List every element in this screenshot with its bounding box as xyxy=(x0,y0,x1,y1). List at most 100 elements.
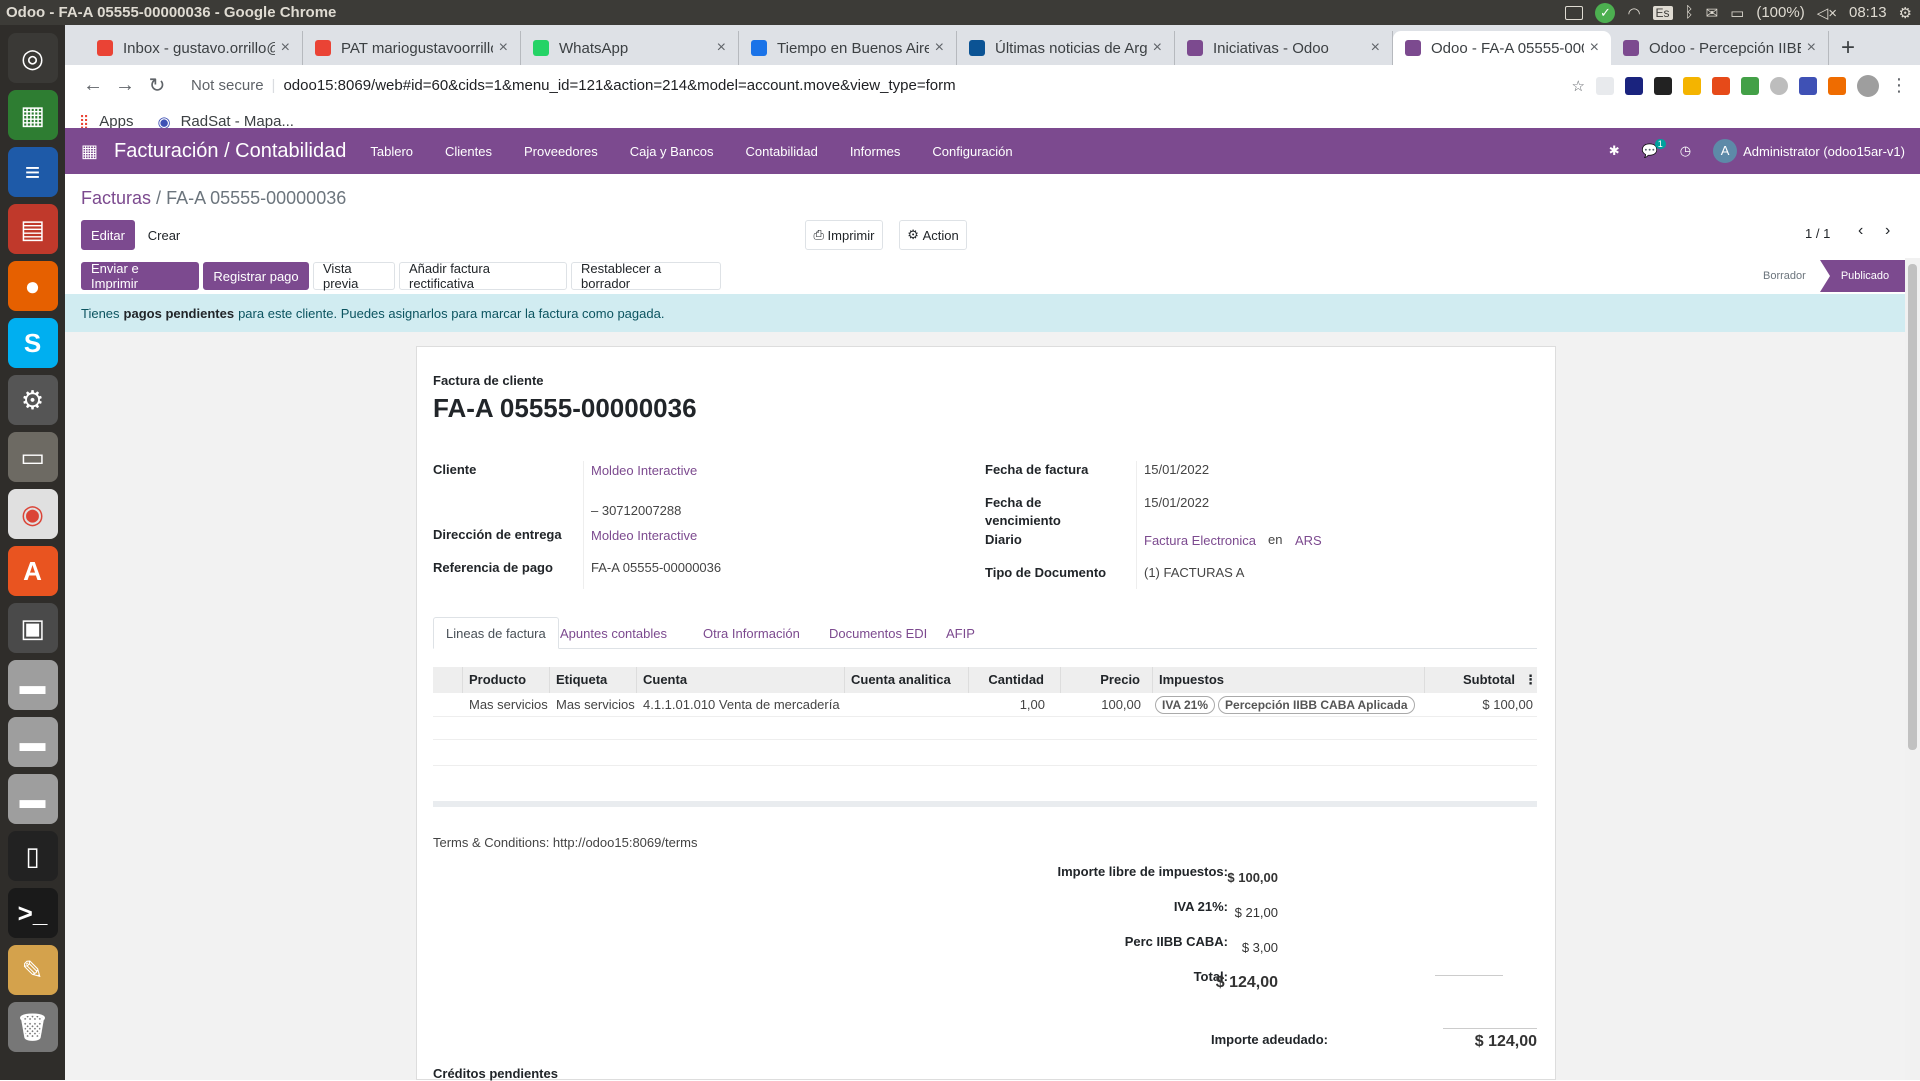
col-impuestos[interactable]: Impuestos xyxy=(1153,667,1425,693)
currency-link[interactable]: ARS xyxy=(1295,533,1322,548)
tab-invoice-lines[interactable]: Lineas de factura xyxy=(433,617,559,649)
tab-other-info[interactable]: Otra Información xyxy=(691,617,812,649)
col-producto[interactable]: Producto xyxy=(463,667,550,693)
impress-icon[interactable]: ▤ xyxy=(7,204,58,254)
menu-proveedores[interactable]: Proveedores xyxy=(524,144,598,159)
extension-icon[interactable] xyxy=(1596,76,1614,95)
display-icon[interactable] xyxy=(1565,5,1584,20)
chrome-menu-icon[interactable]: ⋮ xyxy=(1890,75,1908,96)
browser-tab[interactable]: Odoo - Percepción IIBB × xyxy=(1611,31,1829,65)
extension-icon[interactable] xyxy=(1625,76,1643,95)
close-tab-icon[interactable]: × xyxy=(1153,39,1162,57)
breadcrumb-facturas[interactable]: Facturas xyxy=(81,188,151,208)
bookmark-star-icon[interactable]: ☆ xyxy=(1572,77,1585,95)
close-tab-icon[interactable]: × xyxy=(499,39,508,57)
line-product[interactable]: Mas servicios xyxy=(469,693,548,717)
spreadsheet-icon[interactable]: ▦ xyxy=(7,90,58,140)
browser-tab[interactable]: Últimas noticias de Argentina × xyxy=(957,31,1175,65)
battery-status[interactable]: (100%) xyxy=(1756,4,1804,21)
writer-icon[interactable]: ≡ xyxy=(7,147,58,197)
settings-gear-icon[interactable]: ⚙ xyxy=(1899,4,1912,22)
create-button[interactable]: Crear xyxy=(140,220,188,250)
page-scrollbar[interactable] xyxy=(1905,258,1920,1080)
profile-avatar[interactable] xyxy=(1857,74,1879,97)
edit-button[interactable]: Editar xyxy=(81,220,135,250)
print-button[interactable]: ⎙ Imprimir xyxy=(805,220,883,250)
menu-contabilidad[interactable]: Contabilidad xyxy=(746,144,818,159)
extension-icon[interactable] xyxy=(1712,76,1730,95)
apps-menu-icon[interactable]: ▦ xyxy=(81,141,98,162)
tab-edi-documents[interactable]: Documentos EDI xyxy=(817,617,939,649)
dash-icon[interactable]: ◎ xyxy=(7,33,58,83)
col-subtotal[interactable]: Subtotal xyxy=(1425,667,1537,693)
col-cuenta-analitica[interactable]: Cuenta analitica xyxy=(845,667,969,693)
extension-icon[interactable] xyxy=(1654,76,1672,95)
wifi-icon[interactable]: ◠ xyxy=(1627,4,1640,22)
menu-caja-bancos[interactable]: Caja y Bancos xyxy=(630,144,714,159)
delivery-link[interactable]: Moldeo Interactive xyxy=(591,528,697,543)
bluetooth-icon[interactable]: ᛒ xyxy=(1685,4,1694,21)
close-tab-icon[interactable]: × xyxy=(281,39,290,57)
preview-button[interactable]: Vista previa xyxy=(313,261,395,291)
menu-clientes[interactable]: Clientes xyxy=(445,144,492,159)
text-editor-icon[interactable]: ✎ xyxy=(7,945,58,995)
register-payment-button[interactable]: Registrar pago xyxy=(203,262,309,290)
browser-tab[interactable]: PAT mariogustavoorrillo × xyxy=(303,31,521,65)
action-button[interactable]: ⚙ Action xyxy=(899,220,967,250)
mail-icon[interactable]: ✉ xyxy=(1706,4,1719,22)
col-etiqueta[interactable]: Etiqueta xyxy=(550,667,637,693)
tax-badge[interactable]: IVA 21% xyxy=(1155,696,1216,714)
line-price[interactable]: 100,00 xyxy=(1061,693,1141,717)
back-icon[interactable]: ← xyxy=(77,74,109,97)
volume-icon[interactable]: ◁× xyxy=(1817,4,1837,22)
extension-icon[interactable] xyxy=(1799,76,1817,95)
browser-tab[interactable]: Iniciativas - Odoo × xyxy=(1175,31,1393,65)
col-cantidad[interactable]: Cantidad xyxy=(969,667,1061,693)
firefox-icon[interactable]: ● xyxy=(7,261,58,311)
reload-icon[interactable]: ↻ xyxy=(141,73,173,98)
line-account[interactable]: 4.1.1.01.010 Venta de mercadería xyxy=(643,693,840,717)
new-tab-button[interactable]: + xyxy=(1833,31,1863,65)
update-ok-icon[interactable]: ✓ xyxy=(1595,2,1616,23)
extension-icon[interactable] xyxy=(1741,76,1759,95)
app-name[interactable]: Facturación / Contabilidad xyxy=(114,140,346,163)
close-tab-icon[interactable]: × xyxy=(1807,39,1816,57)
tax-badge[interactable]: Percepción IIBB CABA Aplicada xyxy=(1218,696,1415,714)
tab-journal-items[interactable]: Apuntes contables xyxy=(548,617,679,649)
menu-configuracion[interactable]: Configuración xyxy=(932,144,1012,159)
keyboard-layout[interactable]: Es xyxy=(1652,5,1673,20)
activity-clock-icon[interactable]: ◷ xyxy=(1680,143,1691,159)
status-draft[interactable]: Borrador xyxy=(1763,270,1806,282)
line-qty[interactable]: 1,00 xyxy=(969,693,1045,717)
system-settings-icon[interactable]: ⚙ xyxy=(7,375,58,425)
browser-tab[interactable]: WhatsApp × xyxy=(521,31,739,65)
chat-icon[interactable]: 💬 1 xyxy=(1642,139,1666,159)
debug-bug-icon[interactable]: ✱ xyxy=(1609,143,1620,159)
battery-icon[interactable]: ▭ xyxy=(1730,4,1744,22)
workspace-switcher-icon[interactable]: ▣ xyxy=(7,603,58,653)
line-taxes[interactable]: IVA 21% Percepción IIBB CABA Aplicada xyxy=(1155,693,1418,717)
browser-tab[interactable]: Inbox - gustavo.orrillo@... × xyxy=(85,31,303,65)
terminal-icon[interactable]: >_ xyxy=(7,888,58,938)
menu-informes[interactable]: Informes xyxy=(850,144,901,159)
security-indicator[interactable]: Not secure xyxy=(191,77,264,94)
col-precio[interactable]: Precio xyxy=(1061,667,1153,693)
pager-prev-icon[interactable]: ‹ xyxy=(1858,222,1863,240)
close-tab-icon[interactable]: × xyxy=(935,39,944,57)
browser-tab[interactable]: Odoo - FA-A 05555-00000036 × xyxy=(1393,31,1611,65)
files-icon[interactable]: ▭ xyxy=(7,432,58,482)
pager-next-icon[interactable]: › xyxy=(1885,222,1890,240)
table-row[interactable]: Mas servicios Mas servicios 4.1.1.01.010… xyxy=(433,693,1537,717)
software-center-icon[interactable]: A xyxy=(7,546,58,596)
status-posted[interactable]: Publicado xyxy=(1820,260,1910,292)
scrollbar-thumb[interactable] xyxy=(1908,264,1917,750)
user-menu[interactable]: A Administrator (odoo15ar-v1) xyxy=(1713,139,1905,163)
extension-icon[interactable] xyxy=(1683,76,1701,95)
journal-link[interactable]: Factura Electronica xyxy=(1144,533,1256,548)
trash-icon[interactable]: 🗑 xyxy=(7,1002,58,1052)
chrome-icon[interactable]: ◉ xyxy=(7,489,58,539)
send-print-button[interactable]: Enviar e Imprimir xyxy=(81,261,199,291)
customer-link[interactable]: Moldeo Interactive xyxy=(591,463,697,478)
credit-note-button[interactable]: Añadir factura rectificativa xyxy=(399,261,567,291)
menu-tablero[interactable]: Tablero xyxy=(370,144,413,159)
